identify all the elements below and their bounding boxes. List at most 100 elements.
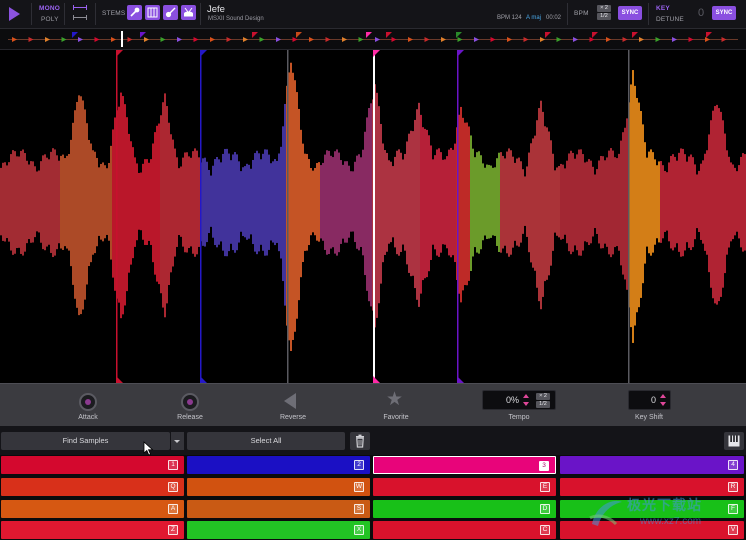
tempo-up-arrow-icon[interactable] xyxy=(523,394,529,398)
pad-q[interactable]: Q xyxy=(1,478,184,496)
pad-x[interactable]: X xyxy=(187,521,370,539)
waveform-bar xyxy=(110,145,112,260)
star-icon[interactable]: ★ xyxy=(386,390,403,410)
waveform-bar xyxy=(662,165,664,239)
waveform-bar xyxy=(214,159,216,246)
waveform-bar xyxy=(346,161,348,243)
reverse-icon[interactable] xyxy=(284,393,296,409)
attack-label: Attack xyxy=(78,414,98,421)
region-marker[interactable] xyxy=(287,50,289,383)
pad-c[interactable]: C xyxy=(373,521,556,539)
overview-flag-icon xyxy=(366,32,372,38)
waveform-bar xyxy=(690,154,692,251)
overview-marker xyxy=(655,37,661,42)
waveform-bar xyxy=(642,124,644,284)
waveform-bar xyxy=(68,154,70,251)
waveform-bar xyxy=(180,166,182,237)
waveform-bar xyxy=(438,148,440,257)
region-marker[interactable] xyxy=(373,50,375,383)
pad-e[interactable]: E xyxy=(373,478,556,496)
waveform-bar xyxy=(500,152,502,253)
waveform-bar xyxy=(604,160,606,244)
mono-toggle[interactable]: MONO xyxy=(39,5,60,12)
key-sync-button[interactable]: SYNC xyxy=(712,6,736,20)
pad-key-label: Q xyxy=(168,482,178,492)
waveform-bar xyxy=(124,104,126,306)
poly-toggle[interactable]: POLY xyxy=(41,16,59,23)
overview-marker xyxy=(523,37,529,42)
stem-drums-button[interactable] xyxy=(181,5,196,20)
pad-key-label: E xyxy=(540,482,550,492)
range-full-icon[interactable] xyxy=(73,5,87,11)
attack-knob[interactable] xyxy=(79,393,97,411)
waveform-bar xyxy=(150,159,152,245)
bpm-sync-button[interactable]: SYNC xyxy=(618,6,642,20)
waveform-bar xyxy=(300,129,302,278)
waveform-bar xyxy=(120,92,122,319)
tempo-double-button[interactable]: × 2 xyxy=(536,393,550,400)
waveform-bar xyxy=(470,135,472,271)
waveform-bar xyxy=(602,156,604,249)
waveform-bar xyxy=(218,159,220,245)
stem-vocals-button[interactable] xyxy=(127,5,142,20)
waveform-bar xyxy=(580,149,582,256)
waveform-bar xyxy=(442,159,444,245)
pad-a[interactable]: A xyxy=(1,500,184,518)
bpm-half-button[interactable]: 1/2 xyxy=(597,13,611,20)
pad-s[interactable]: S xyxy=(187,500,370,518)
waveform-bar xyxy=(732,164,734,240)
waveform-bar xyxy=(64,158,66,247)
waveform-bar xyxy=(38,170,40,233)
keyshift-field[interactable]: 0 xyxy=(628,390,671,410)
waveform-bar xyxy=(12,150,14,255)
region-flag-icon[interactable] xyxy=(457,376,464,383)
play-button[interactable] xyxy=(9,7,20,21)
region-marker[interactable] xyxy=(200,50,202,383)
key-value[interactable]: 0 xyxy=(698,7,704,19)
region-flag-icon[interactable] xyxy=(373,50,380,57)
keyboard-button[interactable] xyxy=(724,432,744,450)
pad-2[interactable]: 2 xyxy=(187,456,370,474)
pad-d[interactable]: D xyxy=(373,500,556,518)
tempo-field[interactable]: 0% × 2 1/2 xyxy=(482,390,556,410)
region-marker[interactable] xyxy=(628,50,630,383)
waveform-overview[interactable] xyxy=(0,29,746,50)
tempo-down-arrow-icon[interactable] xyxy=(523,402,529,406)
pad-3[interactable]: 3 xyxy=(373,456,556,474)
select-all-button[interactable]: Select All xyxy=(187,432,345,450)
pad-1[interactable]: 1 xyxy=(1,456,184,474)
tempo-half-button[interactable]: 1/2 xyxy=(536,401,550,408)
find-samples-dropdown-button[interactable] xyxy=(171,432,184,450)
pad-z[interactable]: Z xyxy=(1,521,184,539)
pad-key-label: A xyxy=(168,504,178,514)
overview-marker xyxy=(375,37,380,42)
stem-guitar-button[interactable] xyxy=(163,5,178,20)
waveform-bar xyxy=(60,155,62,249)
waveform-bar xyxy=(376,92,378,318)
waveform-display[interactable] xyxy=(0,50,746,383)
stem-keys-button[interactable] xyxy=(145,5,160,20)
waveform-bar xyxy=(304,153,306,251)
waveform-bar xyxy=(620,140,622,266)
region-flag-icon[interactable] xyxy=(373,376,380,383)
waveform-bar xyxy=(70,139,72,267)
keyshift-up-arrow-icon[interactable] xyxy=(660,394,666,398)
waveform-canvas xyxy=(0,50,746,383)
region-marker[interactable] xyxy=(116,50,118,383)
pad-4[interactable]: 4 xyxy=(560,456,744,474)
waveform-bar xyxy=(230,160,232,244)
waveform-bar xyxy=(488,164,490,239)
keyshift-down-arrow-icon[interactable] xyxy=(660,402,666,406)
release-knob[interactable] xyxy=(181,393,199,411)
region-flag-icon[interactable] xyxy=(457,50,464,57)
detune-label: DETUNE xyxy=(656,16,684,23)
pad-key-label: F xyxy=(728,504,738,514)
pad-w[interactable]: W xyxy=(187,478,370,496)
range-trim-icon[interactable] xyxy=(73,15,87,21)
overview-marker xyxy=(259,37,265,42)
bpm-double-button[interactable]: × 2 xyxy=(597,5,611,12)
waveform-bar xyxy=(480,155,482,250)
delete-button[interactable] xyxy=(350,432,370,450)
region-marker[interactable] xyxy=(457,50,459,383)
overview-playhead[interactable] xyxy=(121,31,123,47)
